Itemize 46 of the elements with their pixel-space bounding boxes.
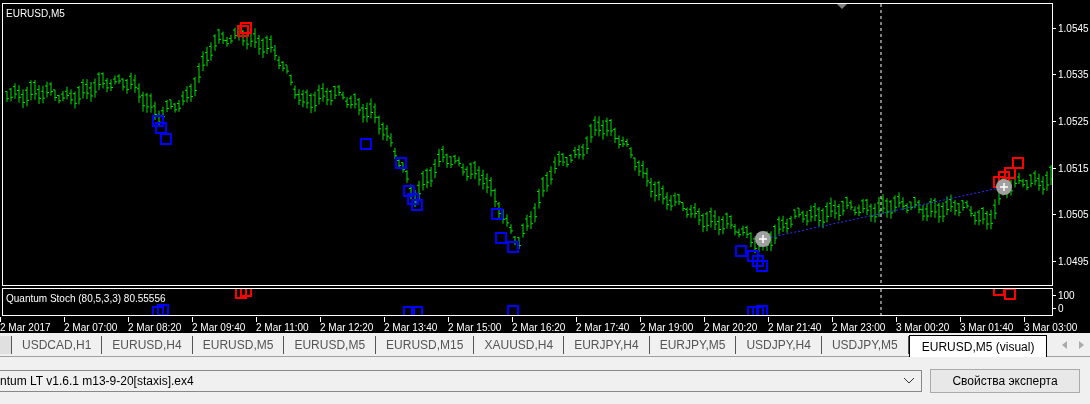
- time-axis-label: 2 Mar 23:00: [832, 321, 887, 335]
- chart-tab[interactable]: USDCAD,H1: [12, 335, 103, 354]
- price-tick-label: 1.0535: [1058, 68, 1089, 83]
- marker-triangle-icon: [837, 4, 847, 9]
- chart-tab[interactable]: EURUSD,M5 (visual): [908, 335, 1048, 357]
- chevron-down-icon: [903, 377, 915, 385]
- chart-tab[interactable]: EURUSD,M5: [192, 335, 285, 354]
- indicator-tick-label: 100: [1058, 289, 1075, 303]
- time-axis-label: 2 Mar 07:00: [64, 321, 119, 335]
- time-axis-label: 2 Mar 12:20: [320, 321, 375, 335]
- time-axis-label: 2 Mar 19:00: [640, 321, 695, 335]
- symbol-label: EURUSD,M5: [6, 7, 65, 21]
- chart-tab[interactable]: USDJPY,M5: [821, 335, 909, 354]
- time-axis-label: 2 Mar 15:00: [448, 321, 503, 335]
- time-axis-label: 2 Mar 11:00: [256, 321, 310, 335]
- chart-tab[interactable]: EURJPY,M5: [649, 335, 737, 354]
- time-axis-label: 2 Mar 21:40: [768, 321, 823, 335]
- indicator-tick-label: 0: [1058, 302, 1064, 316]
- expert-dropdown[interactable]: ntum LT v1.6.1 m13-9-20[staxis].ex4: [0, 370, 922, 392]
- chart-tab[interactable]: EURUSD,M15: [376, 335, 475, 354]
- time-axis-label: 3 Mar 03:00: [1024, 321, 1079, 335]
- price-tick-label: 1.0505: [1058, 208, 1089, 223]
- price-tick-label: 1.0515: [1058, 161, 1089, 176]
- time-axis-label: 2 Mar 13:40: [384, 321, 439, 335]
- chart-tab[interactable]: XAUUSD,H4: [474, 335, 565, 354]
- time-axis-label: 3 Mar 01:40: [960, 321, 1015, 335]
- chart-tab[interactable]: EURUSD,H4: [102, 335, 193, 354]
- scroll-left-icon[interactable]: [1062, 341, 1067, 349]
- expert-file-text: ntum LT v1.6.1 m13-9-20[staxis].ex4: [0, 373, 195, 390]
- time-axis-label: 2 Mar 17:40: [576, 321, 631, 335]
- price-tick-label: 1.0525: [1058, 115, 1089, 129]
- time-axis-label: 3 Mar 00:20: [896, 321, 951, 335]
- chart-tab[interactable]: EURJPY,H4: [564, 335, 650, 354]
- price-tick-label: 1.0495: [1058, 254, 1089, 269]
- scroll-right-icon[interactable]: [1079, 341, 1084, 349]
- time-axis-label: 2 Mar 16:20: [512, 321, 567, 335]
- partial-tab[interactable]: [0, 335, 12, 354]
- indicator-label: Quantum Stoch (80,5,3,3) 80.55556: [6, 292, 166, 306]
- time-axis-label: 2 Mar 09:40: [192, 321, 247, 335]
- expert-properties-button[interactable]: Свойства эксперта: [930, 369, 1080, 393]
- time-axis-label: 2 Mar 08:20: [128, 321, 183, 335]
- time-axis-label: 2 Mar 20:20: [704, 321, 759, 335]
- time-axis-label: 2 Mar 2017: [0, 321, 52, 335]
- price-tick-label: 1.0545: [1058, 21, 1089, 36]
- chart-tab[interactable]: EURUSD,M5: [284, 335, 377, 354]
- chart-tab[interactable]: USDJPY,H4: [736, 335, 822, 354]
